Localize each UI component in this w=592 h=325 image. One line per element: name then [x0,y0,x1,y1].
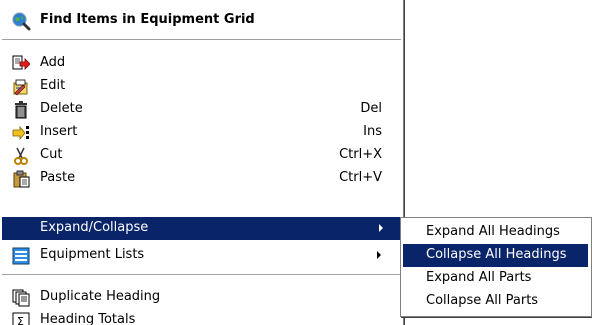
clipboard-icon [12,170,30,188]
list-icon [12,247,30,265]
menu-item-label: Expand/Collapse [40,220,149,235]
menu-item-edit[interactable]: Edit [0,75,401,98]
submenu-item-label: Expand All Headings [426,224,560,239]
menu-title: Find Items in Equipment Grid [40,12,255,27]
submenu-arrow-icon [379,224,383,232]
shortcut-label: Ctrl+X [339,147,382,162]
menu-item-delete[interactable]: Delete Del [0,98,401,121]
menu-item-cut[interactable]: Cut Ctrl+X [0,144,401,167]
shortcut-label: Ctrl+V [339,170,382,185]
edit-icon [12,78,30,96]
menu-item-label: Add [40,55,66,70]
scissors-icon [12,147,30,165]
menu-item-label: Cut [40,147,63,162]
menu-item-heading-totals[interactable]: Σ Heading Totals [0,309,401,325]
separator [2,39,401,41]
submenu-item-collapse-all-parts[interactable]: Collapse All Parts [403,290,588,313]
menu-item-label: Duplicate Heading [40,289,161,304]
menu-item-add[interactable]: Add [0,52,401,75]
submenu-item-label: Expand All Parts [426,270,532,285]
menu-item-expand-collapse[interactable]: Expand/Collapse [2,217,401,240]
search-globe-icon [11,11,31,31]
menu-item-label: Delete [40,101,83,116]
submenu-item-collapse-all-headings[interactable]: Collapse All Headings [403,244,588,267]
submenu-arrow-icon [377,251,381,259]
menu-header[interactable]: Find Items in Equipment Grid [0,0,403,38]
insert-icon [12,124,30,142]
context-menu: Find Items in Equipment Grid Add Edit De… [0,0,404,325]
menu-item-label: Insert [40,124,78,139]
add-arrow-icon [12,55,31,73]
submenu-item-label: Collapse All Parts [426,293,539,308]
shortcut-label: Ins [363,124,382,139]
menu-item-paste[interactable]: Paste Ctrl+V [0,167,401,190]
separator [2,274,401,276]
menu-item-equipment-lists[interactable]: Equipment Lists [0,244,401,267]
menu-item-insert[interactable]: Insert Ins [0,121,401,144]
menu-item-duplicate-heading[interactable]: Duplicate Heading [0,286,401,309]
menu-item-label: Equipment Lists [40,247,145,262]
menu-item-label: Heading Totals [40,312,136,325]
svg-text:Σ: Σ [17,315,24,325]
submenu-item-expand-all-headings[interactable]: Expand All Headings [403,221,588,244]
shortcut-label: Del [360,101,382,116]
totals-icon: Σ [12,312,30,325]
menu-item-label: Edit [40,78,66,93]
trash-icon [12,101,30,119]
submenu-item-expand-all-parts[interactable]: Expand All Parts [403,267,588,290]
expand-collapse-submenu: Expand All Headings Collapse All Heading… [400,217,592,317]
duplicate-icon [12,289,30,307]
submenu-item-label: Collapse All Headings [426,247,567,262]
menu-item-label: Paste [40,170,76,185]
